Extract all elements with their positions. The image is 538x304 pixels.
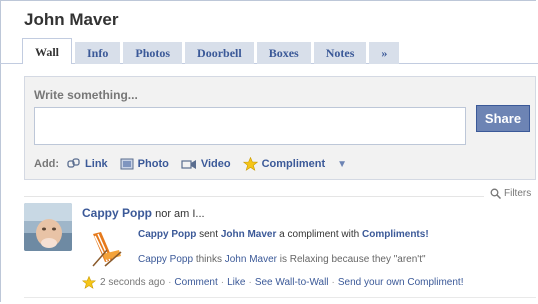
wall-composer: Write something... Share Add: Link Photo… bbox=[24, 76, 536, 180]
attach-link-button[interactable]: Link bbox=[67, 157, 108, 171]
filters-label: Filters bbox=[504, 188, 532, 199]
attach-photo-label: Photo bbox=[137, 158, 169, 170]
add-label: Add: bbox=[34, 158, 60, 170]
detail-verb: thinks bbox=[195, 254, 222, 265]
wall-post-input[interactable] bbox=[34, 107, 466, 145]
profile-tabs: Wall Info Photos Doorbell Boxes Notes » bbox=[22, 38, 402, 64]
story-footer: 2 seconds ago · Comment · Like · See Wal… bbox=[82, 276, 464, 289]
compliment-target-link[interactable]: John Maver bbox=[221, 229, 277, 240]
attach-video-label: Video bbox=[200, 158, 231, 170]
tab-more[interactable]: » bbox=[369, 42, 400, 64]
beach-chair-icon bbox=[92, 232, 122, 267]
tab-info[interactable]: Info bbox=[75, 42, 121, 64]
story-detail-line: Cappy Popp thinks John Maver is Relaxing… bbox=[138, 254, 426, 265]
attach-photo-button[interactable]: Photo bbox=[120, 157, 169, 171]
profile-name: John Maver bbox=[24, 10, 119, 29]
attach-compliment-button[interactable]: Compliment bbox=[242, 157, 326, 171]
magnifier-icon bbox=[490, 188, 501, 199]
attach-compliment-label: Compliment bbox=[261, 158, 326, 170]
share-button[interactable]: Share bbox=[476, 105, 530, 132]
tab-photos[interactable]: Photos bbox=[123, 42, 183, 64]
compliment-verb: sent bbox=[199, 229, 219, 240]
comment-link[interactable]: Comment bbox=[174, 277, 217, 288]
filters-link[interactable]: Filters bbox=[490, 188, 531, 199]
compliment-actor-link[interactable]: Cappy Popp bbox=[138, 229, 196, 240]
tab-wall[interactable]: Wall bbox=[22, 38, 73, 64]
compliments-app-link[interactable]: Compliments! bbox=[362, 229, 429, 240]
star-icon bbox=[82, 276, 96, 289]
star-icon bbox=[242, 157, 258, 171]
video-icon bbox=[181, 160, 196, 169]
tab-boxes[interactable]: Boxes bbox=[256, 42, 311, 64]
tab-notes[interactable]: Notes bbox=[313, 42, 367, 64]
story-header: Cappy Popp nor am I... bbox=[82, 206, 205, 220]
feed-bottom-divider bbox=[24, 297, 536, 298]
send-compliment-link[interactable]: Send your own Compliment! bbox=[338, 277, 464, 288]
story-actor-link[interactable]: Cappy Popp bbox=[82, 206, 152, 220]
detail-actor-link[interactable]: Cappy Popp bbox=[138, 254, 193, 265]
composer-label: Write something... bbox=[34, 88, 138, 102]
detail-target-link[interactable]: John Maver bbox=[225, 254, 277, 265]
link-icon bbox=[67, 158, 80, 168]
avatar-photo bbox=[24, 203, 72, 251]
story-status: nor am I... bbox=[155, 208, 205, 220]
story-timestamp: 2 seconds ago bbox=[100, 277, 166, 288]
compliment-middle-text: a compliment with bbox=[279, 229, 360, 240]
avatar[interactable] bbox=[24, 203, 72, 251]
wall-to-wall-link[interactable]: See Wall-to-Wall bbox=[255, 277, 329, 288]
attach-video-button[interactable]: Video bbox=[181, 157, 231, 171]
attach-link-label: Link bbox=[85, 158, 108, 170]
story-compliment-line: Cappy Popp sent John Maver a compliment … bbox=[138, 229, 429, 240]
attach-more-chevron-down-icon[interactable]: ▼ bbox=[337, 159, 347, 170]
attachment-row: Add: Link Photo Video Compliment ▼ bbox=[34, 155, 347, 173]
like-link[interactable]: Like bbox=[227, 277, 245, 288]
photo-icon bbox=[120, 158, 134, 170]
tab-doorbell[interactable]: Doorbell bbox=[185, 42, 254, 64]
feed-divider bbox=[24, 196, 484, 197]
detail-rest-text: is Relaxing because they "aren't" bbox=[279, 254, 426, 265]
